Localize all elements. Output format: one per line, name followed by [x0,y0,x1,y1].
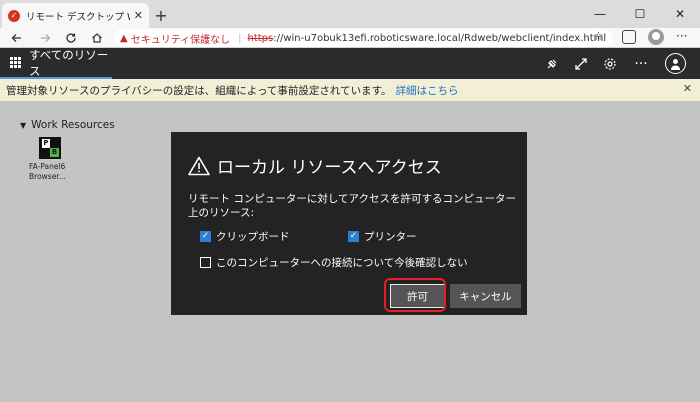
warning-triangle-icon [188,156,210,175]
refresh-icon [66,33,76,43]
dialog-title-text: ローカル リソースへアクセス [217,158,442,178]
browser-menu-icon[interactable]: ··· [676,29,687,43]
close-button[interactable]: ✕ [660,0,700,28]
checkbox-checked-icon: ✓ [348,231,359,242]
back-button[interactable] [8,29,26,47]
app-icon-letter-b: B [50,148,59,157]
grid-icon [10,57,21,68]
rd-favicon-icon: ✓ [8,9,20,22]
insecure-warning-icon: ▲ [120,32,128,44]
resource-name-line2: Browser... [29,172,66,181]
url-separator: | [238,32,242,44]
resource-name: FA-Panel6 Browser... [29,162,79,182]
forward-button[interactable] [36,29,54,47]
url-text: ://win-u7obuk13efi.roboticsware.local/Rd… [273,32,607,44]
home-button[interactable] [88,29,106,47]
tab-all-resources[interactable]: すべてのリソース [0,48,112,79]
fullscreen-icon[interactable] [571,54,591,74]
dont-ask-again-label: このコンピューターへの接続について今後確認しない [216,257,468,269]
refresh-button[interactable] [62,29,80,47]
back-arrow-icon [11,34,21,42]
clipboard-checkbox[interactable]: ✓ クリップボード [200,229,290,244]
tab-all-resources-label: すべてのリソース [29,47,109,78]
tab-title: リモート デスクトップ Web クライアント [26,11,130,23]
connection-icon[interactable] [542,54,562,74]
new-tab-button[interactable]: + [151,5,171,25]
home-icon [92,33,102,43]
chevron-down-icon: ▼ [20,120,27,130]
dont-ask-again-checkbox[interactable]: このコンピューターへの接続について今後確認しない [200,255,468,270]
forward-arrow-icon [41,34,51,42]
profile-avatar[interactable] [648,29,664,45]
user-avatar-icon[interactable] [665,53,686,74]
favorite-star-icon[interactable]: ☆ [593,29,604,43]
work-resources-group[interactable]: ▼ Work Resources [20,119,115,131]
url-scheme: https [247,32,274,44]
collections-icon[interactable] [622,30,636,44]
window-controls: — ☐ ✕ [580,0,700,28]
settings-icon[interactable] [600,54,620,74]
allow-button-highlight [384,278,446,312]
local-resource-access-dialog: ローカル リソースへアクセス リモート コンピューターに対してアクセスを許可する… [171,132,527,315]
tab-close-icon[interactable]: ✕ [134,9,143,22]
privacy-banner: 管理対象リソースのプライバシーの設定は、組織によって事前設定されています。 詳細… [0,79,700,101]
fa-panel-app-icon: P B [39,137,61,159]
app-icon-letter-p: P [42,139,50,148]
printer-checkbox[interactable]: ✓ プリンター [348,229,417,244]
browser-tab[interactable]: ✓ リモート デスクトップ Web クライアント ✕ [2,3,149,28]
dialog-description: リモート コンピューターに対してアクセスを許可するコンピューター上のリソース: [188,193,516,219]
resource-tile[interactable]: P B FA-Panel6 Browser... [29,137,79,182]
more-options-icon[interactable]: ··· [631,54,651,74]
security-status[interactable]: セキュリティ保護なし [131,31,230,46]
browser-tab-strip: ✓ リモート デスクトップ Web クライアント ✕ + — ☐ ✕ [0,0,700,28]
person-icon [671,58,680,70]
group-label: Work Resources [31,119,115,131]
minimize-button[interactable]: — [580,0,620,28]
dialog-title: ローカル リソースへアクセス [188,153,442,178]
clipboard-label: クリップボード [216,231,290,243]
maximize-button[interactable]: ☐ [620,0,660,28]
checkbox-checked-icon: ✓ [200,231,211,242]
plug-icon [547,59,557,69]
printer-label: プリンター [364,231,417,243]
banner-close-icon[interactable]: ✕ [683,82,692,95]
banner-text: 管理対象リソースのプライバシーの設定は、組織によって事前設定されています。 [6,84,392,97]
checkbox-unchecked-icon [200,257,211,268]
browser-toolbar: ▲ セキュリティ保護なし | https ://win-u7obuk13efi.… [0,28,700,48]
banner-details-link[interactable]: 詳細はこちら [396,83,459,98]
gear-icon [604,58,616,70]
address-bar[interactable]: ▲ セキュリティ保護なし | https ://win-u7obuk13efi.… [114,29,613,47]
cancel-button[interactable]: キャンセル [450,284,521,308]
resource-name-line1: FA-Panel6 [29,162,66,171]
app-header: すべてのリソース ··· [0,48,700,79]
expand-arrows-icon [575,58,587,70]
